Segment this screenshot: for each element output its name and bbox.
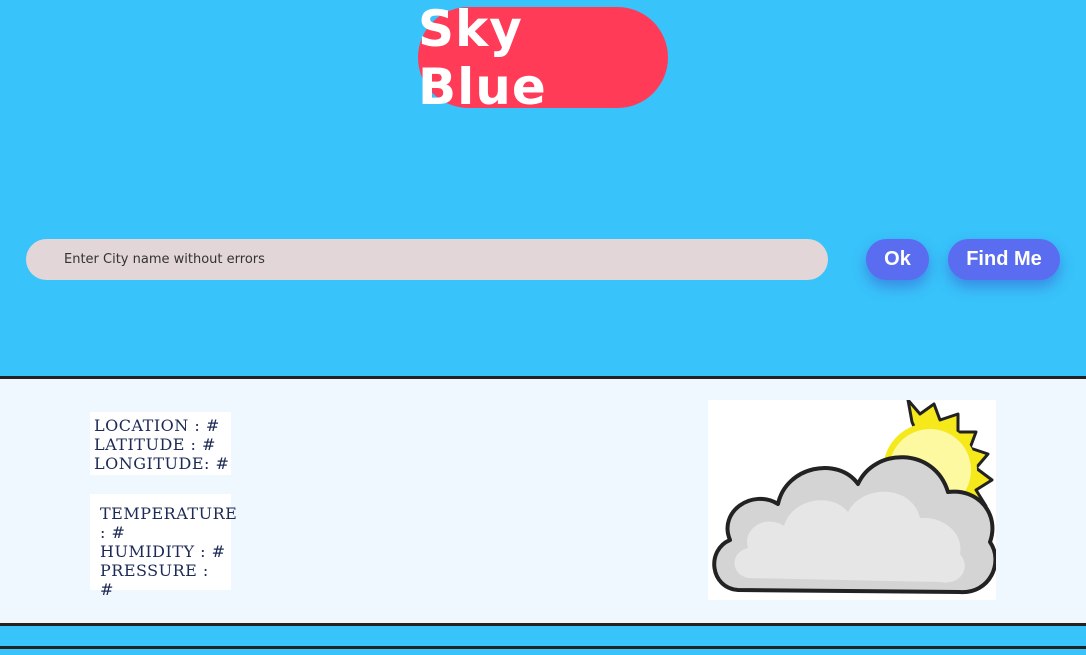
weather-card: TEMPERATURE : # HUMIDITY : # PRESSURE : … (90, 494, 238, 599)
city-search-input[interactable] (26, 239, 828, 280)
location-text: LOCATION : # (94, 416, 220, 435)
top-section: Sky Blue Ok Find Me (0, 0, 1086, 376)
ok-button[interactable]: Ok (866, 239, 929, 280)
humidity-text: HUMIDITY : # (100, 542, 226, 561)
longitude-text: LONGITUDE: # (94, 454, 230, 473)
partly-cloudy-icon (712, 398, 998, 595)
pressure-text: PRESSURE : # (100, 561, 209, 599)
page-title: Sky Blue (418, 0, 547, 116)
title-badge: Sky Blue (418, 0, 668, 116)
results-panel: LOCATION : # LATITUDE : # LONGITUDE: # T… (0, 376, 1086, 626)
footer-bar (0, 626, 1086, 649)
location-card: LOCATION : # LATITUDE : # LONGITUDE: # (90, 412, 231, 475)
weather-image (708, 398, 998, 600)
latitude-text: LATITUDE : # (94, 435, 216, 454)
find-me-button[interactable]: Find Me (948, 239, 1060, 280)
temperature-text: TEMPERATURE : # (100, 504, 238, 542)
